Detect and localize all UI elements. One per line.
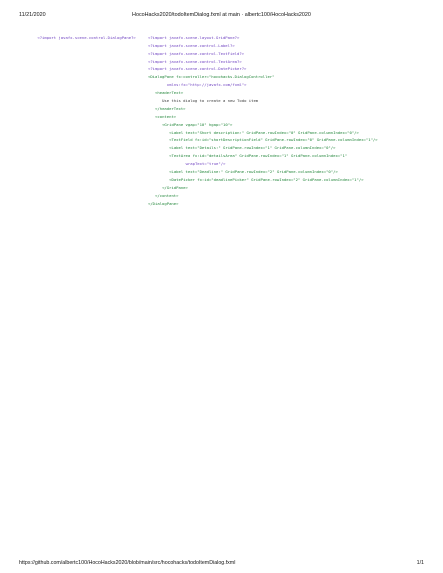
code-line-text: </content> — [155, 192, 179, 198]
code-line: <Label text="Short description:" GridPan… — [148, 129, 428, 137]
code-line-text: </DialogPane> — [148, 200, 179, 206]
print-header: 11/21/2020 HocoHacks2020/todoItemDialog.… — [19, 10, 424, 20]
code-line: <Label text="Deadline:" GridPane.rowInde… — [148, 168, 428, 176]
code-line-text: <DialogPane fx:controller="hocohacks.Dia… — [148, 74, 275, 80]
print-footer: https://github.com/albertc100/HocoHacks2… — [19, 558, 424, 568]
code-line-text: <Label text="Details:" GridPane.rowIndex… — [169, 145, 336, 151]
code-line-text: </headerText> — [155, 105, 186, 111]
code-line: <TextField fx:id="shortDescriptionField"… — [148, 136, 428, 144]
page-title: HocoHacks2020/todoItemDialog.fxml at mai… — [132, 12, 311, 18]
code-line-text: <Label text="Deadline:" GridPane.rowInde… — [169, 169, 338, 175]
code-line: <content> — [148, 113, 428, 121]
code-line: <?import javafx.scene.control.DatePicker… — [148, 65, 428, 73]
code-line-text: <TextField fx:id="shortDescriptionField"… — [169, 137, 378, 143]
code-line-text: <DatePicker fx:id="deadlinePicker" GridP… — [169, 176, 364, 182]
code-line-text: <GridPane vgap="10" hgap="10"> — [162, 121, 233, 127]
code-line: xmlns:fx="http://javafx.com/fxml"> — [148, 81, 428, 89]
code-line-text: <?import javafx.scene.control.TextField?… — [148, 50, 245, 56]
code-line: <DialogPane fx:controller="hocohacks.Dia… — [148, 73, 428, 81]
code-line-text: </GridPane> — [162, 184, 188, 190]
code-line-text: <?import javafx.scene.control.DialogPane… — [37, 34, 136, 40]
code-line-text: <Label text="Short description:" GridPan… — [169, 129, 359, 135]
code-line: </DialogPane> — [148, 200, 428, 208]
page-number: 1/1 — [416, 560, 424, 566]
code-line: wrapText="true"/> — [148, 160, 428, 168]
code-block: <?import javafx.scene.control.DialogPane… — [28, 26, 428, 207]
code-line: <?import javafx.scene.control.TextArea?> — [148, 58, 428, 66]
code-line-text: wrapText="true"/> — [185, 161, 226, 167]
code-line: <Label text="Details:" GridPane.rowIndex… — [148, 144, 428, 152]
code-line: <?import javafx.scene.control.Label?> — [148, 42, 428, 50]
code-line: </headerText> — [148, 105, 428, 113]
code-line-text: <?import javafx.scene.control.TextArea?> — [148, 58, 242, 64]
code-line-text: <?import javafx.scene.control.Label?> — [148, 42, 235, 48]
code-line: <GridPane vgap="10" hgap="10"> — [148, 121, 428, 129]
code-line-text: <?import javafx.scene.layout.GridPane?> — [148, 34, 240, 40]
code-line: </content> — [148, 192, 428, 200]
code-line: Use this dialog to create a new Todo ite… — [148, 97, 428, 105]
code-line: <?import javafx.scene.control.TextField?… — [148, 50, 428, 58]
code-body: <?import javafx.scene.layout.GridPane?> <… — [148, 34, 428, 208]
page-url: https://github.com/albertc100/HocoHacks2… — [19, 560, 236, 566]
code-line-text: Use this dialog to create a new Todo ite… — [162, 98, 259, 104]
code-line: <?import javafx.scene.layout.GridPane?> — [148, 34, 428, 42]
code-line: <TextArea fx:id="detailsArea" GridPane.r… — [148, 152, 428, 160]
code-line-text: <headerText> — [155, 90, 184, 96]
code-line-text: <content> — [155, 113, 177, 119]
code-line: <headerText> — [148, 89, 428, 97]
code-line-first: <?import javafx.scene.control.DialogPane… — [28, 26, 428, 40]
code-line-text: xmlns:fx="http://javafx.com/fxml"> — [166, 82, 247, 88]
code-line: </GridPane> — [148, 184, 428, 192]
code-line-text: <?import javafx.scene.control.DatePicker… — [148, 66, 247, 72]
code-line-text: <TextArea fx:id="detailsArea" GridPane.r… — [169, 153, 348, 159]
code-line: <DatePicker fx:id="deadlinePicker" GridP… — [148, 176, 428, 184]
